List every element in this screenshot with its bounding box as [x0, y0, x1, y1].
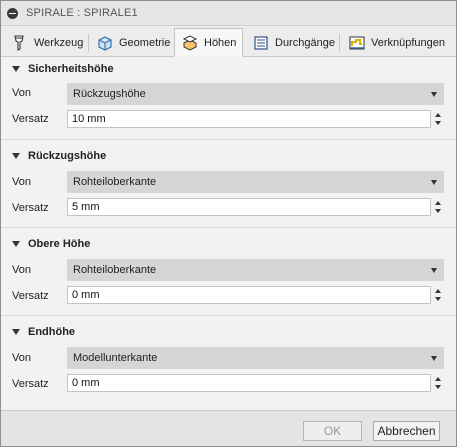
from-label: Von [12, 176, 31, 188]
offset-label: Versatz [12, 290, 49, 302]
section-header-endhoehe[interactable]: Endhöhe [1, 321, 456, 343]
linking-icon [349, 36, 365, 50]
stepper-down-icon[interactable] [435, 121, 441, 125]
select-value: Modellunterkante [73, 352, 158, 364]
chevron-down-icon [431, 356, 437, 361]
title-bar[interactable]: SPIRALE : SPIRALE1 [1, 1, 456, 26]
stepper-down-icon[interactable] [435, 385, 441, 389]
offset-stepper[interactable] [433, 286, 443, 304]
offset-stepper[interactable] [433, 198, 443, 216]
window-title: SPIRALE : SPIRALE1 [26, 7, 138, 19]
ok-button[interactable]: OK [303, 421, 362, 441]
tab-label: Werkzeug [34, 37, 84, 49]
section-title: Obere Höhe [28, 238, 91, 250]
offset-label: Versatz [12, 202, 49, 214]
chevron-down-icon [431, 180, 437, 185]
section-header-sicherheitshoehe[interactable]: Sicherheitshöhe [1, 58, 456, 80]
section-title: Rückzugshöhe [28, 150, 107, 162]
tab-divider [339, 34, 340, 52]
stepper-up-icon[interactable] [435, 113, 441, 117]
tab-label: Geometrie [119, 37, 171, 49]
heights-panel: Sicherheitshöhe Von Rückzugshöhe Versatz… [1, 58, 456, 410]
section-divider [1, 139, 456, 140]
stepper-down-icon[interactable] [435, 297, 441, 301]
cancel-button[interactable]: Abbrechen [373, 421, 440, 441]
tab-bar: Werkzeug Geometrie Höhen Durchgänge Verk… [1, 26, 456, 57]
offset-input[interactable]: 0 mm [67, 286, 431, 304]
offset-input[interactable]: 0 mm [67, 374, 431, 392]
collapse-triangle-icon[interactable] [12, 329, 20, 335]
collapse-triangle-icon[interactable] [12, 66, 20, 72]
from-select[interactable]: Rohteiloberkante [67, 171, 444, 193]
tab-geometrie[interactable]: Geometrie [90, 29, 176, 57]
tool-icon [14, 35, 24, 51]
section-divider [1, 315, 456, 316]
tab-verknuepfungen[interactable]: Verknüpfungen [342, 29, 451, 57]
input-value: 5 mm [72, 201, 100, 213]
select-value: Rückzugshöhe [73, 88, 146, 100]
collapse-triangle-icon[interactable] [12, 153, 20, 159]
select-value: Rohteiloberkante [73, 264, 157, 276]
collapse-icon[interactable] [7, 7, 18, 19]
offset-label: Versatz [12, 378, 49, 390]
tab-label: Verknüpfungen [371, 37, 446, 49]
collapse-triangle-icon[interactable] [12, 241, 20, 247]
passes-icon [254, 36, 268, 50]
offset-input[interactable]: 10 mm [67, 110, 431, 128]
from-label: Von [12, 352, 31, 364]
from-label: Von [12, 264, 31, 276]
tab-werkzeug[interactable]: Werkzeug [5, 29, 89, 57]
tab-durchgaenge[interactable]: Durchgänge [246, 29, 341, 57]
tab-divider [88, 34, 89, 52]
tab-label: Höhen [204, 36, 237, 49]
from-label: Von [12, 87, 31, 99]
section-header-obere-hoehe[interactable]: Obere Höhe [1, 233, 456, 255]
stepper-up-icon[interactable] [435, 289, 441, 293]
offset-stepper[interactable] [433, 374, 443, 392]
input-value: 0 mm [72, 377, 100, 389]
tab-label: Durchgänge [275, 37, 335, 49]
dialog-window: SPIRALE : SPIRALE1 Werkzeug Geometrie Hö… [0, 0, 457, 447]
input-value: 10 mm [72, 113, 106, 125]
stepper-up-icon[interactable] [435, 201, 441, 205]
from-select[interactable]: Rückzugshöhe [67, 83, 444, 105]
from-select[interactable]: Modellunterkante [67, 347, 444, 369]
stepper-up-icon[interactable] [435, 377, 441, 381]
offset-label: Versatz [12, 113, 49, 125]
section-title: Endhöhe [28, 326, 76, 338]
section-divider [1, 227, 456, 228]
geometry-icon [98, 36, 112, 51]
dialog-footer: OK Abbrechen [1, 410, 456, 446]
chevron-down-icon [431, 268, 437, 273]
chevron-down-icon [431, 92, 437, 97]
heights-icon [182, 34, 198, 51]
select-value: Rohteiloberkante [73, 176, 157, 188]
section-header-rueckzugshoehe[interactable]: Rückzugshöhe [1, 145, 456, 167]
input-value: 0 mm [72, 289, 100, 301]
section-title: Sicherheitshöhe [28, 63, 114, 75]
stepper-down-icon[interactable] [435, 209, 441, 213]
offset-input[interactable]: 5 mm [67, 198, 431, 216]
from-select[interactable]: Rohteiloberkante [67, 259, 444, 281]
offset-stepper[interactable] [433, 110, 443, 128]
tab-hoehen[interactable]: Höhen [174, 28, 244, 57]
